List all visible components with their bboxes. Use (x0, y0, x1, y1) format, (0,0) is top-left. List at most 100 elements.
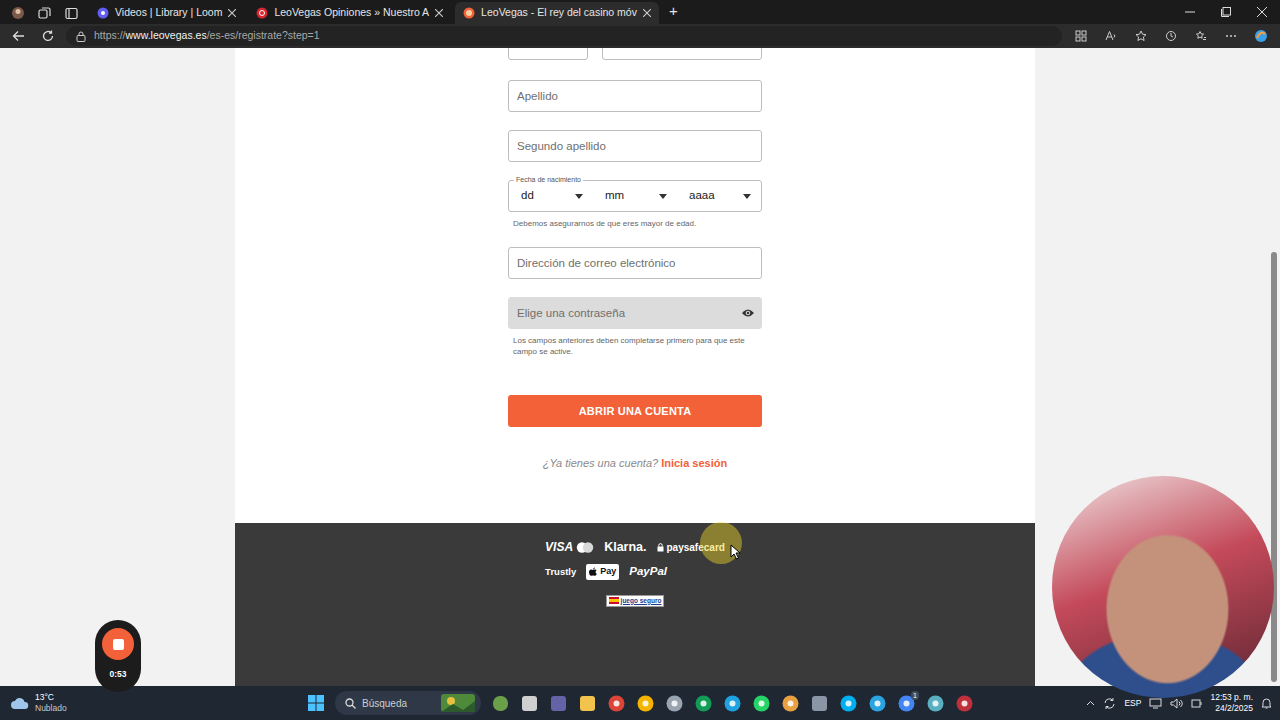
paypal-logo: PayPal (629, 563, 667, 580)
text-field-group (508, 247, 762, 279)
lock-icon (657, 543, 664, 552)
tab-label: Videos | Library | Loom (115, 5, 222, 21)
text-input[interactable] (508, 130, 762, 162)
menu-dots-icon[interactable] (1218, 25, 1244, 47)
name-fields-row (508, 48, 762, 60)
calculator-icon[interactable] (809, 693, 829, 713)
workspaces-icon[interactable] (31, 2, 58, 24)
url-field[interactable]: https://www.leovegas.es/es-es/registrate… (66, 26, 1062, 46)
whatsapp-icon[interactable] (751, 693, 771, 713)
favorites-icon[interactable] (1188, 25, 1214, 47)
payment-label: Trustly (545, 565, 576, 579)
lock-icon[interactable] (76, 31, 86, 42)
url-text: https://www.leovegas.es/es-es/registrate… (94, 28, 320, 44)
recording-time: 0:53 (109, 668, 126, 681)
desktop: Videos | Library | Loom LeoVegas Opinione… (0, 0, 1280, 720)
close-icon[interactable] (1244, 0, 1280, 24)
apple-icon (589, 567, 597, 576)
weather-widget[interactable]: 13°CNublado (0, 692, 306, 714)
chrome-alt-icon[interactable] (693, 693, 713, 713)
settings-gear-icon[interactable] (664, 693, 684, 713)
payment-label: PayPal (629, 563, 667, 580)
teams-icon[interactable] (548, 693, 568, 713)
login-link[interactable]: Inicia sesión (661, 457, 727, 469)
payment-logos: VISAKlarna.paysafecard Trustly Pay PayPal (545, 538, 725, 581)
paint-icon[interactable] (780, 693, 800, 713)
password-input (508, 297, 762, 329)
task-view-icon[interactable] (519, 693, 539, 713)
title-field[interactable] (508, 48, 588, 60)
edge-icon[interactable] (722, 693, 742, 713)
tab-actions-icon[interactable] (58, 2, 85, 24)
new-tab-button[interactable]: + (659, 3, 688, 21)
back-arrow-icon[interactable] (6, 25, 30, 47)
copilot-icon[interactable] (1248, 25, 1274, 47)
network-icon[interactable] (1149, 698, 1162, 709)
review-favicon-icon (256, 7, 268, 19)
recorder-app-icon[interactable] (954, 693, 974, 713)
chrome-profile-icon[interactable] (635, 693, 655, 713)
battery-icon[interactable] (1191, 698, 1202, 709)
browser-tab[interactable]: LeoVegas - El rey del casino móv (455, 2, 659, 24)
field-list: Fecha de nacimientoddmmaaaaDebemos asegu… (508, 80, 762, 357)
notification-bell-icon[interactable] (1261, 697, 1272, 709)
trustly-logo: Trustly (545, 565, 576, 579)
applepay-logo: Pay (586, 564, 619, 580)
tab-label: LeoVegas Opiniones » Nuestro A (274, 5, 429, 21)
text-field-group (508, 130, 762, 162)
close-tab-icon[interactable] (228, 9, 236, 17)
taskbar: 13°CNublado Búsqueda 1 ESP 12:53 p. m.24… (0, 686, 1280, 720)
scrollbar-thumb[interactable] (1271, 252, 1277, 682)
dropdown-caret-icon (659, 194, 667, 199)
leovegas-favicon-icon (463, 7, 475, 19)
loom-recorder: 0:53 (95, 620, 141, 692)
juego-seguro-badge[interactable]: juego seguro (606, 595, 665, 607)
chrome-badge-icon[interactable]: 1 (896, 693, 916, 713)
refresh-split-icon[interactable] (1158, 25, 1184, 47)
chrome-icon[interactable] (606, 693, 626, 713)
globe-app-icon[interactable] (925, 693, 945, 713)
file-explorer-icon[interactable] (577, 693, 597, 713)
stop-recording-button[interactable] (102, 628, 134, 660)
browser-tab[interactable]: LeoVegas Opiniones » Nuestro A (248, 2, 451, 24)
clock[interactable]: 12:53 p. m.24/2/2025 (1210, 692, 1253, 714)
spain-flag-icon (609, 597, 619, 604)
text-field-group (508, 80, 762, 112)
system-tray: ESP 12:53 p. m.24/2/2025 (974, 692, 1280, 714)
sync-icon[interactable] (1103, 697, 1116, 710)
telegram-icon[interactable] (867, 693, 887, 713)
date-select[interactable]: aaaa (677, 187, 761, 204)
volume-icon[interactable] (1170, 698, 1183, 709)
windows-start-icon[interactable] (306, 693, 326, 713)
browser-tab[interactable]: Videos | Library | Loom (89, 2, 244, 24)
refresh-icon[interactable] (36, 25, 60, 47)
minimize-icon[interactable] (1172, 0, 1208, 24)
maximize-icon[interactable] (1208, 0, 1244, 24)
read-aloud-icon[interactable] (1098, 25, 1124, 47)
close-tab-icon[interactable] (643, 9, 651, 17)
taskbar-apps: Búsqueda 1 (306, 691, 974, 715)
close-tab-icon[interactable] (435, 9, 443, 17)
loom-favicon-icon (97, 7, 109, 19)
widget-bush-icon[interactable] (490, 693, 510, 713)
first-name-field[interactable] (602, 48, 762, 60)
visa-logo: VISA (545, 538, 573, 556)
search-box[interactable]: Búsqueda (335, 691, 481, 715)
chevron-up-icon[interactable] (1086, 700, 1095, 706)
tab-bar: Videos | Library | Loom LeoVegas Opinione… (0, 0, 1280, 24)
profile-icon[interactable] (4, 2, 31, 24)
text-input[interactable] (508, 247, 762, 279)
date-select[interactable]: mm (593, 187, 677, 204)
site: Fecha de nacimientoddmmaaaaDebemos asegu… (235, 48, 1035, 686)
skype-icon[interactable] (838, 693, 858, 713)
birth-date-field[interactable]: Fecha de nacimientoddmmaaaa (508, 180, 762, 212)
show-password-eye-icon[interactable] (741, 306, 755, 320)
app-notification-badge: 1 (911, 691, 919, 700)
open-account-button[interactable]: ABRIR UNA CUENTA (508, 395, 762, 427)
app-available-icon[interactable] (1068, 25, 1094, 47)
payment-row: VISAKlarna.paysafecard (545, 538, 725, 557)
text-input[interactable] (508, 80, 762, 112)
favorite-star-icon[interactable] (1128, 25, 1154, 47)
date-select[interactable]: dd (509, 187, 593, 204)
language-indicator[interactable]: ESP (1124, 697, 1141, 710)
